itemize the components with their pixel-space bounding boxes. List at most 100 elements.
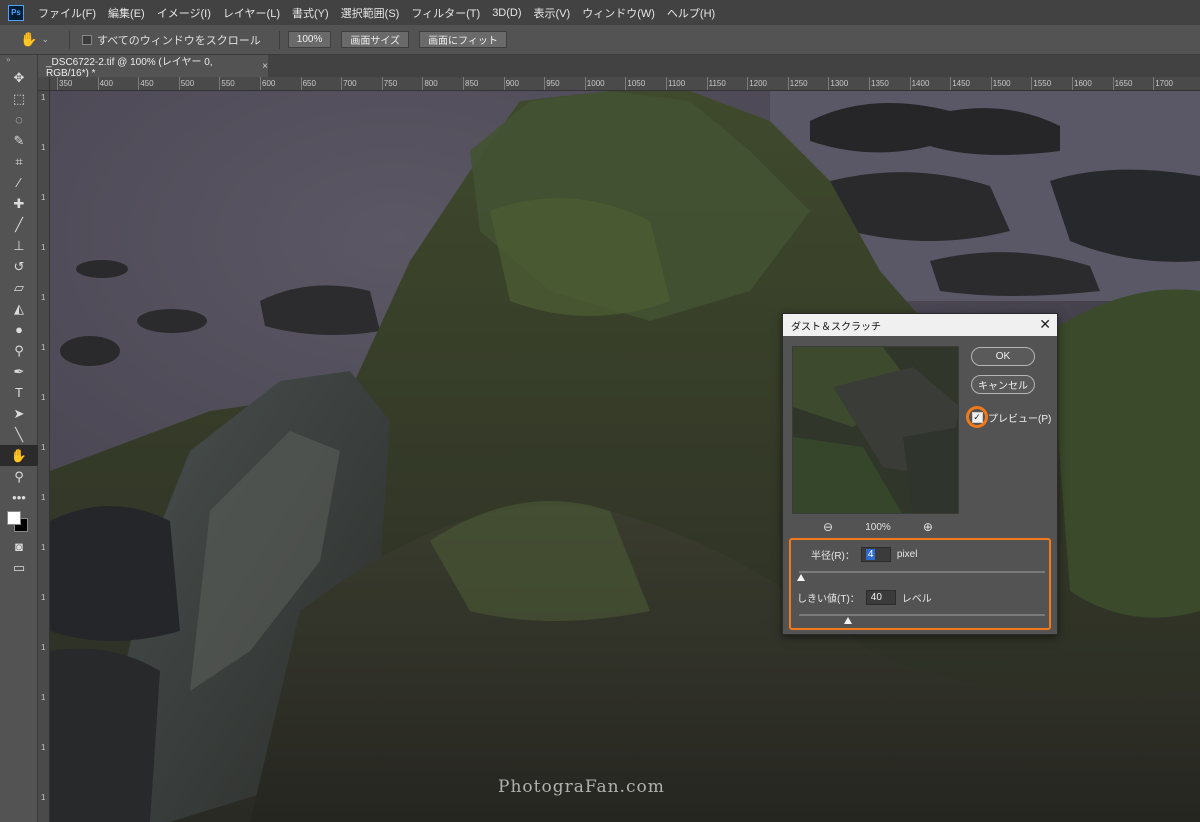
ruler-tick-label: 700 [343, 79, 357, 88]
ruler-tick-label: 1 [41, 393, 46, 402]
filter-preview[interactable] [792, 346, 959, 514]
chevron-down-icon[interactable]: ⌄ [41, 34, 49, 45]
ruler-tick-label: 400 [99, 79, 113, 88]
ruler-tick-line [178, 77, 180, 90]
panel-collapse-icon[interactable]: » [0, 55, 37, 67]
ruler-tick-label: 1700 [1155, 79, 1173, 88]
ruler-tick-label: 750 [383, 79, 398, 88]
stamp-icon[interactable]: ⊥ [0, 235, 38, 256]
preview-checkbox[interactable]: ✓ [971, 411, 983, 423]
history-brush-icon[interactable]: ↺ [0, 256, 38, 277]
horizontal-ruler[interactable]: 350 400 450 500 550 600 650 700 750 800 850 900 950 1… [50, 77, 1200, 91]
healing-brush-icon[interactable]: ✚ [0, 193, 38, 214]
ruler-tick-line [1072, 77, 1073, 90]
divider [68, 30, 70, 49]
menu-layer[interactable]: レイヤー(L) [223, 5, 280, 21]
dialog-title: ダスト＆スクラッチ [791, 321, 881, 333]
ruler-tick-line [666, 77, 667, 90]
menu-view[interactable]: 表示(V) [534, 5, 571, 21]
ruler-tick-label: 1650 [1114, 79, 1133, 88]
menu-file[interactable]: ファイル(F) [38, 5, 96, 21]
marquee-icon[interactable]: ⬚ [0, 88, 38, 109]
quick-select-icon[interactable]: ✎ [0, 130, 38, 151]
ruler-tick-label: 1050 [627, 79, 646, 88]
zoom-100-button[interactable]: 100% [287, 31, 332, 48]
line-icon[interactable]: ╲ [0, 424, 38, 445]
ruler-tick-label: 1 [41, 693, 46, 702]
radius-input[interactable]: 4 [860, 547, 891, 562]
ruler-tick-label: 1 [41, 293, 46, 302]
document-tab-title: _DSC6722-2.tif @ 100% (レイヤー 0, RGB/16*) … [46, 57, 213, 79]
dodge-icon[interactable]: ⚲ [0, 340, 38, 361]
ruler-tick-line [219, 77, 221, 90]
preview-zoom-value: 100% [865, 521, 891, 533]
eyedropper-icon[interactable]: ⁄ [0, 172, 38, 193]
radius-slider[interactable] [799, 571, 1045, 573]
type-icon[interactable]: T [0, 382, 38, 403]
menu-filter[interactable]: フィルター(T) [411, 5, 480, 21]
radius-slider-thumb[interactable] [797, 574, 806, 581]
document-tab[interactable]: _DSC6722-2.tif @ 100% (レイヤー 0, RGB/16*) … [38, 55, 268, 79]
ok-button[interactable]: OK [971, 347, 1035, 366]
ruler-tick-line [1112, 77, 1114, 90]
zoom-in-icon[interactable]: ⊕ [923, 520, 933, 534]
threshold-input[interactable]: 40 [865, 590, 896, 605]
color-swatches[interactable] [0, 508, 38, 536]
ruler-tick-line [909, 77, 911, 90]
pen-icon[interactable]: ✒ [0, 361, 38, 382]
ruler-tick-label: 1 [41, 743, 46, 752]
radius-row: 半径(R)： 4 pixel [811, 547, 917, 562]
ruler-tick-label: 650 [302, 79, 316, 88]
threshold-label: しきい値(T)： [797, 594, 860, 605]
ruler-tick-label: 1 [41, 493, 46, 502]
menu-3d[interactable]: 3D(D) [492, 7, 521, 19]
ruler-tick-line [787, 77, 789, 90]
fit-screen-size-button[interactable]: 画面サイズ [341, 31, 410, 48]
menu-help[interactable]: ヘルプ(H) [667, 5, 715, 21]
ruler-tick-label: 1400 [911, 79, 930, 88]
screen-mode-icon[interactable]: ▭ [0, 557, 38, 578]
ruler-tick-label: 1 [41, 143, 46, 152]
hand-icon[interactable]: ✋ [20, 31, 37, 48]
highlight-circle: ✓ [966, 406, 988, 428]
preview-label[interactable]: プレビュー(P) [988, 410, 1051, 425]
ruler-tick-label: 1200 [749, 79, 767, 88]
brush-icon[interactable]: ╱ [0, 214, 38, 235]
vertical-ruler[interactable]: 1 1 1 1 1 1 1 1 1 1 1 1 1 1 1 [38, 91, 50, 822]
paint-bucket-icon[interactable]: ◭ [0, 298, 38, 319]
foreground-color-swatch[interactable] [7, 511, 21, 525]
move-icon[interactable]: ✥ [0, 67, 38, 88]
scroll-all-checkbox[interactable] [81, 34, 92, 45]
ruler-tick-label: 1350 [871, 79, 889, 88]
zoom-icon[interactable]: ⚲ [0, 466, 38, 487]
path-select-icon[interactable]: ➤ [0, 403, 38, 424]
blur-icon[interactable]: ● [0, 319, 38, 340]
fit-screen-button[interactable]: 画面にフィット [419, 31, 507, 48]
menu-window[interactable]: ウィンドウ(W) [582, 5, 655, 21]
menu-type[interactable]: 書式(Y) [292, 5, 329, 21]
ruler-tick-line [544, 77, 546, 90]
ruler-tick-line [138, 77, 140, 90]
crop-icon[interactable]: ⌗ [0, 151, 38, 172]
eraser-icon[interactable]: ▱ [0, 277, 38, 298]
zoom-out-icon[interactable]: ⊖ [823, 520, 833, 534]
close-icon[interactable]: ✕ [1039, 316, 1051, 333]
cancel-button[interactable]: キャンセル [971, 375, 1035, 394]
ps-logo-icon[interactable]: Ps [8, 4, 24, 21]
quick-mask-icon[interactable]: ◙ [0, 536, 38, 557]
close-icon[interactable]: × [262, 61, 268, 72]
ruler-tick-label: 800 [424, 79, 438, 88]
menu-select[interactable]: 選択範囲(S) [341, 5, 400, 21]
threshold-slider-thumb[interactable] [844, 617, 853, 624]
threshold-slider[interactable] [799, 614, 1045, 616]
ruler-tick-label: 850 [465, 79, 479, 88]
scroll-all-label: すべてのウィンドウをスクロール [96, 34, 261, 47]
menu-image[interactable]: イメージ(I) [157, 5, 211, 21]
menu-edit[interactable]: 編集(E) [108, 5, 145, 21]
more-tools-icon[interactable]: ••• [0, 487, 38, 508]
ruler-tick-label: 900 [505, 79, 519, 88]
ruler-tick-label: 1 [41, 443, 46, 452]
ruler-tick-label: 1 [41, 793, 46, 802]
lasso-icon[interactable]: ◌ [0, 109, 38, 130]
hand-tool-icon[interactable]: ✋ [0, 445, 38, 466]
